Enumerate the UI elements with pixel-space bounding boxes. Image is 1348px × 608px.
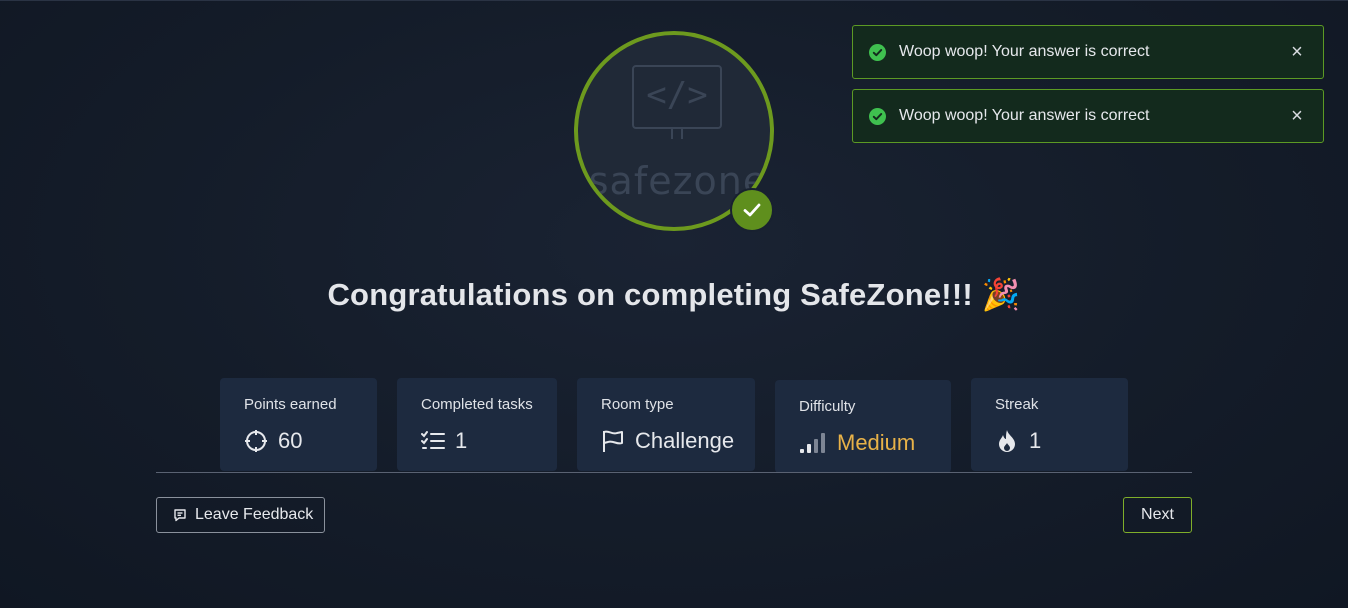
crosshair-icon [244, 429, 268, 453]
stat-value-streak: 1 [1029, 428, 1042, 453]
top-border [0, 0, 1348, 1]
stat-label: Difficulty [799, 398, 856, 415]
congrats-text: Congratulations on completing SafeZone!!… [327, 277, 973, 312]
leave-feedback-button[interactable]: Leave Feedback [156, 497, 325, 533]
fire-icon [995, 429, 1019, 453]
stat-card-streak: Streak 1 [971, 378, 1128, 471]
leave-feedback-label: Leave Feedback [195, 506, 314, 523]
stat-label: Completed tasks [421, 396, 533, 413]
success-toast: Woop woop! Your answer is correct × [852, 25, 1324, 79]
checklist-icon [421, 429, 445, 453]
divider [156, 472, 1192, 473]
room-logo: </> safezone [574, 31, 774, 232]
monitor-stand [671, 129, 683, 139]
logo-code-glyph: </> [646, 75, 708, 115]
stat-value-difficulty: Medium [837, 430, 916, 455]
stat-label: Room type [601, 396, 674, 413]
check-circle-icon [869, 44, 886, 61]
stat-value-room-type: Challenge [635, 428, 735, 453]
flag-icon [601, 429, 625, 453]
stat-card-room-type: Room type Challenge [577, 378, 755, 471]
stat-value-points: 60 [278, 428, 303, 453]
check-circle-icon [869, 108, 886, 125]
stat-label: Streak [995, 396, 1039, 413]
close-icon[interactable]: × [1287, 106, 1307, 126]
stat-label: Points earned [244, 396, 337, 413]
toast-message: Woop woop! Your answer is correct [899, 107, 1150, 124]
toast-message: Woop woop! Your answer is correct [899, 43, 1150, 60]
stat-card-difficulty: Difficulty Medium [775, 380, 951, 473]
stat-value-tasks: 1 [455, 428, 468, 453]
page-title: Congratulations on completing SafeZone!!… [0, 276, 1348, 313]
comment-icon [173, 508, 187, 522]
completed-check-icon [730, 188, 774, 232]
success-toast: Woop woop! Your answer is correct × [852, 89, 1324, 143]
stat-card-points: Points earned 60 [220, 378, 377, 471]
close-icon[interactable]: × [1287, 42, 1307, 62]
next-button[interactable]: Next [1123, 497, 1192, 533]
signal-bars-icon [799, 431, 827, 455]
stat-card-tasks: Completed tasks 1 [397, 378, 557, 471]
party-popper-icon: 🎉 [981, 277, 1021, 312]
